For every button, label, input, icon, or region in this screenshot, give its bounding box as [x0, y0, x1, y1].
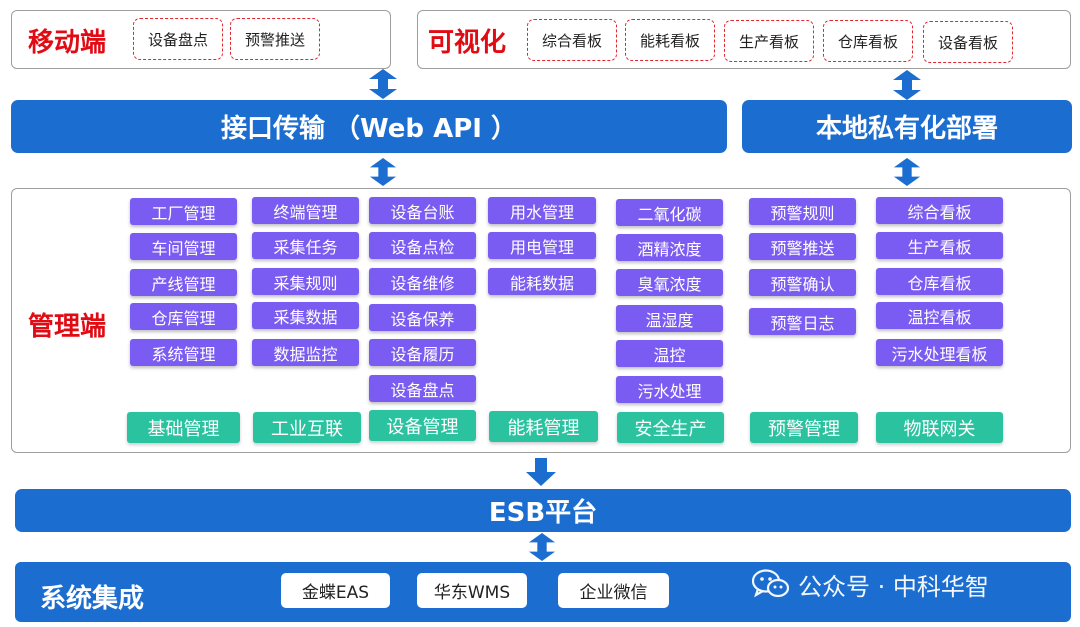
- category-label-industrial-iot[interactable]: 工业互联: [253, 412, 361, 443]
- module-item[interactable]: 生产看板: [876, 232, 1003, 259]
- category-label-equipment[interactable]: 设备管理: [369, 410, 476, 441]
- module-item[interactable]: 设备台账: [369, 197, 476, 224]
- module-item[interactable]: 温湿度: [616, 305, 723, 332]
- double-arrow-icon: [893, 158, 921, 186]
- module-item[interactable]: 仓库看板: [876, 268, 1003, 295]
- module-item[interactable]: 产线管理: [130, 269, 237, 296]
- module-item[interactable]: 能耗数据: [488, 268, 596, 295]
- visual-item-production[interactable]: 生产看板: [724, 20, 814, 62]
- module-item[interactable]: 臭氧浓度: [616, 269, 723, 296]
- visual-item-warehouse[interactable]: 仓库看板: [823, 20, 913, 62]
- module-item[interactable]: 设备盘点: [369, 375, 476, 402]
- module-item[interactable]: 数据监控: [252, 339, 359, 366]
- module-item[interactable]: 车间管理: [130, 233, 237, 260]
- double-arrow-icon: [528, 533, 556, 561]
- module-item[interactable]: 用电管理: [488, 232, 596, 259]
- module-item[interactable]: 采集规则: [252, 268, 359, 295]
- module-item[interactable]: 设备维修: [369, 268, 476, 295]
- module-item[interactable]: 酒精浓度: [616, 234, 723, 261]
- category-label-basic[interactable]: 基础管理: [127, 412, 240, 443]
- visual-item-equipment[interactable]: 设备看板: [923, 21, 1013, 63]
- module-item[interactable]: 温控: [616, 340, 723, 367]
- integration-item-wecom[interactable]: 企业微信: [558, 573, 669, 608]
- module-item[interactable]: 温控看板: [876, 302, 1003, 329]
- category-label-safety[interactable]: 安全生产: [617, 412, 724, 443]
- module-item[interactable]: 综合看板: [876, 197, 1003, 224]
- module-item[interactable]: 设备点检: [369, 232, 476, 259]
- double-arrow-icon: [369, 69, 397, 99]
- integration-item-huadong-wms[interactable]: 华东WMS: [417, 573, 527, 608]
- module-item[interactable]: 污水处理: [616, 376, 723, 403]
- module-item[interactable]: 设备履历: [369, 339, 476, 366]
- module-item[interactable]: 预警日志: [749, 308, 856, 335]
- visual-item-overview[interactable]: 综合看板: [527, 19, 617, 61]
- down-arrow-icon: [526, 458, 556, 486]
- wechat-icon: [751, 569, 790, 599]
- module-item[interactable]: 预警规则: [749, 198, 856, 225]
- local-deploy-bar: 本地私有化部署: [742, 100, 1072, 153]
- module-item[interactable]: 预警确认: [749, 269, 856, 296]
- module-item[interactable]: 设备保养: [369, 304, 476, 331]
- module-item[interactable]: 用水管理: [488, 197, 596, 224]
- integration-title: 系统集成: [40, 584, 145, 614]
- esb-bar: ESB平台: [15, 489, 1071, 532]
- mobile-item-device-inventory[interactable]: 设备盘点: [133, 18, 223, 60]
- category-label-alert[interactable]: 预警管理: [750, 412, 858, 443]
- visual-item-energy[interactable]: 能耗看板: [625, 19, 715, 61]
- double-arrow-icon: [893, 70, 921, 100]
- module-item[interactable]: 二氧化碳: [616, 199, 723, 226]
- module-item[interactable]: 污水处理看板: [876, 339, 1003, 366]
- module-item[interactable]: 工厂管理: [130, 198, 237, 225]
- module-item[interactable]: 采集任务: [252, 232, 359, 259]
- watermark-text: 公众号 · 中科华智: [798, 572, 989, 601]
- double-arrow-icon: [369, 158, 397, 186]
- module-item[interactable]: 仓库管理: [130, 303, 237, 330]
- mobile-item-alert-push[interactable]: 预警推送: [230, 18, 320, 60]
- mobile-title: 移动端: [28, 28, 107, 58]
- module-item[interactable]: 采集数据: [252, 302, 359, 329]
- module-item[interactable]: 预警推送: [749, 233, 856, 260]
- integration-item-kingdee-eas[interactable]: 金蝶EAS: [281, 573, 390, 608]
- module-item[interactable]: 系统管理: [130, 339, 237, 366]
- visual-title: 可视化: [428, 28, 507, 58]
- interface-bar: 接口传输 （Web API ）: [11, 100, 727, 153]
- category-label-energy[interactable]: 能耗管理: [489, 411, 598, 442]
- module-item[interactable]: 终端管理: [252, 197, 359, 224]
- management-title: 管理端: [28, 312, 107, 342]
- watermark: 公众号 · 中科华智: [751, 566, 989, 602]
- category-label-iot-gateway[interactable]: 物联网关: [876, 412, 1003, 443]
